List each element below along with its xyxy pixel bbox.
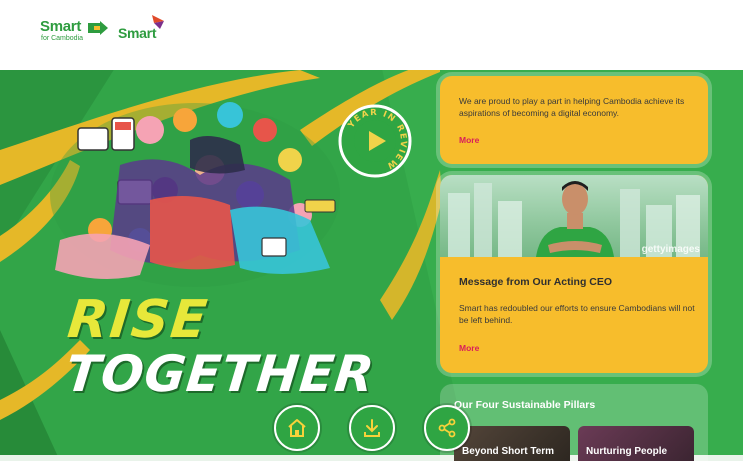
ceo-card-title: Message from Our Acting CEO [459,276,613,288]
logo-secondary-wordmark: Smart [118,25,157,41]
hero-title-line2: TOGETHER [62,345,378,403]
hero-title-line1: RISE [64,290,212,350]
ceo-message-card: gettyimages Message from Our Acting CEO … [440,175,708,373]
ceo-card-text: Smart has redoubled our efforts to ensur… [459,303,695,325]
hero-title: RISE TOGETHER [62,290,378,410]
pillar-label: Nurturing People [586,446,668,457]
pillar-label: Beyond Short Term [462,446,555,457]
sustainable-pillars-section: Our Four Sustainable Pillars Beyond Shor… [440,384,708,461]
share-icon [438,418,456,438]
home-button[interactable] [274,405,320,451]
pillar-card-nurturing-people[interactable]: Nurturing People [578,426,694,461]
download-icon [364,419,380,437]
photo-watermark: gettyimages [641,244,700,255]
pillars-title: Our Four Sustainable Pillars [454,399,596,411]
pillar-card-beyond-short-term[interactable]: Beyond Short Term [454,426,570,461]
arrow-icon [88,21,108,35]
smart-logo[interactable]: Smart [118,13,178,41]
smart-for-cambodia-logo[interactable]: Smart for Cambodia [40,18,110,44]
ceo-photo: gettyimages [440,175,708,257]
logo-primary-subtitle: for Cambodia [41,35,84,42]
ceo-more-link[interactable]: More [459,343,479,353]
intro-card-text: We are proud to play a part in helping C… [459,96,685,118]
site-header: Smart for Cambodia Smart [0,0,743,70]
intro-card: We are proud to play a part in helping C… [440,76,708,164]
home-icon [288,419,306,437]
download-button[interactable] [349,405,395,451]
community-illustration [50,102,340,287]
share-button[interactable] [424,405,470,451]
year-in-review-play-button[interactable]: YEAR IN REVIEW [338,104,412,178]
intro-more-link[interactable]: More [459,135,479,145]
logo-primary-wordmark: Smart [40,18,82,35]
